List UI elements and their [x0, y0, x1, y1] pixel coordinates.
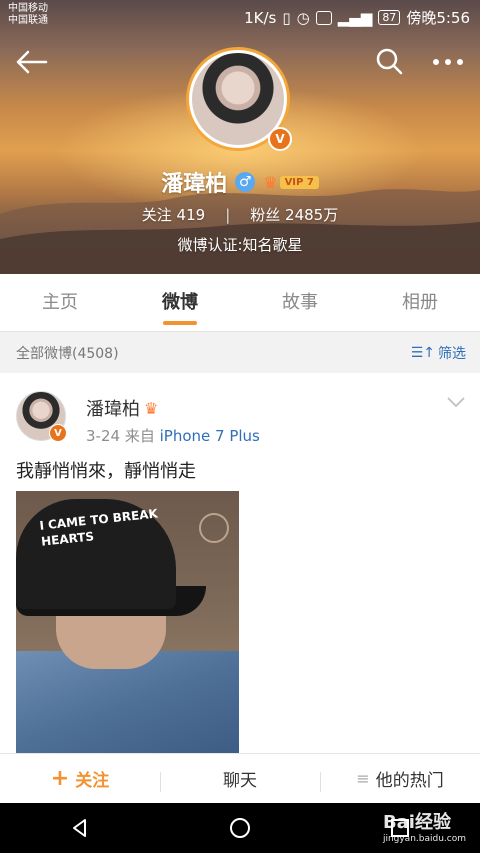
verified-v-icon: V	[268, 127, 292, 151]
post-source-prefix: 来自	[124, 427, 155, 445]
verification-text: 微博认证:知名歌星	[177, 236, 303, 254]
post-meta: 3-24 来自 iPhone 7 Plus	[86, 425, 260, 446]
filter-button[interactable]: ☰↑ 筛选	[411, 343, 466, 363]
follow-button[interactable]: + 关注	[0, 766, 160, 791]
chat-button[interactable]: 聊天	[160, 766, 320, 792]
tab-weibo[interactable]: 微博	[120, 274, 240, 331]
watermark-brand: Bai经验	[382, 812, 451, 833]
circle-home-icon	[230, 818, 250, 838]
crown-icon: ♛	[144, 398, 159, 418]
vibrate-icon: ▯	[282, 8, 291, 27]
active-tab-indicator	[163, 321, 197, 325]
nav-home-button[interactable]	[220, 808, 260, 848]
profile-username: 潘瑋柏	[161, 172, 228, 197]
profile-tabs: 主页 微博 故事 相册	[0, 274, 480, 332]
photo-face	[56, 609, 166, 669]
tab-home[interactable]: 主页	[0, 274, 120, 331]
nav-back-button[interactable]	[60, 808, 100, 848]
baidu-watermark: Bai经验 jingyan.baidu.com	[383, 808, 466, 844]
stats-divider: |	[225, 205, 231, 224]
tab-album-label: 相册	[402, 292, 438, 313]
alarm-icon: ◷	[296, 8, 310, 27]
hd-icon	[315, 10, 332, 25]
fans-label: 粉丝	[250, 206, 281, 224]
tab-album[interactable]: 相册	[360, 274, 480, 331]
status-icons: 1K/s ▯ ◷ ▂▄▆ 87 傍晚5:56	[244, 7, 470, 28]
post-author-row: 潘瑋柏 ♛	[86, 395, 158, 421]
profile-name-row: 潘瑋柏 ♂ ♛ VIP 7	[0, 166, 480, 198]
following-label: 关注	[141, 206, 172, 224]
tab-stories[interactable]: 故事	[240, 274, 360, 331]
profile-header: 中国移动 中国联通 1K/s ▯ ◷ ▂▄▆ 87 傍晚5:56 V 潘瑋柏 ♂	[0, 0, 480, 274]
status-bar: 中国移动 中国联通 1K/s ▯ ◷ ▂▄▆ 87 傍晚5:56	[0, 0, 480, 34]
battery-icon: 87	[378, 10, 401, 25]
photo-cap: I CAME TO BREAK HEARTS	[16, 499, 176, 609]
vip-badge[interactable]: ♛ VIP 7	[263, 173, 319, 192]
following-count: 419	[176, 206, 206, 224]
bottom-action-bar: + 关注 聊天 ≡ 他的热门	[0, 753, 480, 803]
filter-bar: 全部微博(4508) ☰↑ 筛选	[0, 333, 480, 373]
cap-text: I CAME TO BREAK HEARTS	[38, 506, 159, 549]
male-gender-icon: ♂	[235, 172, 256, 192]
tab-stories-label: 故事	[282, 292, 318, 313]
photo-wall-decoration	[199, 513, 229, 543]
search-icon[interactable]	[374, 46, 404, 76]
tab-home-label: 主页	[42, 292, 78, 313]
vip-level-label: VIP 7	[279, 175, 319, 189]
chevron-down-icon[interactable]	[446, 395, 466, 409]
carrier-1: 中国移动	[8, 3, 48, 14]
post-author-name[interactable]: 潘瑋柏	[86, 395, 140, 421]
crown-icon: ♛	[263, 172, 278, 192]
follow-label: 关注	[75, 771, 110, 791]
post-text: 我靜悄悄來，靜悄悄走	[16, 461, 196, 482]
back-arrow-icon[interactable]	[14, 48, 48, 76]
carrier-info: 中国移动 中国联通	[8, 3, 48, 27]
clock: 傍晚5:56	[406, 9, 470, 27]
profile-avatar[interactable]: V	[186, 47, 294, 151]
chat-label: 聊天	[223, 771, 257, 791]
follow-stats: 关注 419 | 粉丝 2485万	[0, 204, 480, 225]
filter-label: 筛选	[438, 346, 466, 362]
fans-stat[interactable]: 粉丝 2485万	[250, 204, 338, 225]
filter-sort-icon: ☰↑	[410, 345, 435, 361]
post-date: 3-24	[86, 427, 121, 445]
post-source[interactable]: iPhone 7 Plus	[160, 427, 260, 445]
post-author-avatar[interactable]: V	[16, 391, 67, 442]
tab-weibo-label: 微博	[162, 292, 198, 313]
verified-v-icon: V	[49, 424, 67, 442]
hot-posts-button[interactable]: ≡ 他的热门	[320, 766, 480, 792]
more-options-icon[interactable]	[430, 50, 466, 74]
post-card: V 潘瑋柏 ♛ 3-24 来自 iPhone 7 Plus 我靜悄悄來，靜悄悄走…	[0, 373, 480, 753]
following-stat[interactable]: 关注 419	[142, 204, 205, 225]
carrier-2: 中国联通	[8, 15, 48, 26]
network-speed: 1K/s	[244, 8, 277, 27]
fans-count: 2485万	[285, 206, 339, 224]
hot-posts-label: 他的热门	[375, 771, 444, 791]
watermark-url: jingyan.baidu.com	[382, 834, 466, 844]
signal-icon: ▂▄▆	[337, 8, 373, 27]
all-posts-count: 全部微博(4508)	[16, 346, 119, 362]
plus-icon: +	[50, 766, 70, 791]
triangle-back-icon	[73, 819, 86, 837]
post-photo[interactable]: I CAME TO BREAK HEARTS	[16, 491, 239, 753]
menu-icon: ≡	[356, 769, 370, 788]
